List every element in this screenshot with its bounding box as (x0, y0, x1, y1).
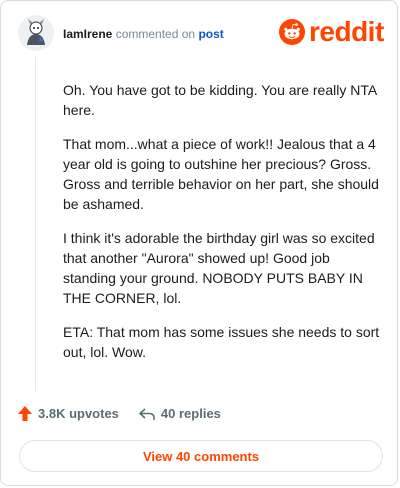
view-comments-button[interactable]: View 40 comments (19, 440, 383, 472)
replies-button[interactable]: 40 replies (139, 406, 221, 421)
comment-paragraph: ETA: That mom has some issues she needs … (63, 324, 380, 360)
reddit-snoo-icon (279, 19, 305, 45)
reddit-wordmark: reddit (309, 16, 384, 47)
upvote-count: 3.8K upvotes (38, 406, 119, 421)
comment-paragraph: That mom...what a piece of work!! Jealou… (63, 136, 379, 212)
comment-header: IamIrene commented on post (63, 27, 224, 41)
username[interactable]: IamIrene (63, 27, 112, 41)
header-action-text: commented on (115, 27, 196, 41)
avatar-illustration-icon (18, 15, 54, 51)
reddit-logo[interactable]: reddit (279, 16, 384, 48)
post-link[interactable]: post (198, 27, 223, 41)
comment-actions: 3.8K upvotes 40 replies (18, 406, 221, 421)
upvote-arrow-icon (18, 406, 32, 421)
thread-line (35, 57, 36, 391)
comment-paragraph: I think it's adorable the birthday girl … (63, 230, 375, 306)
user-avatar[interactable] (18, 15, 54, 51)
reply-arrow-icon (139, 407, 155, 420)
replies-count: 40 replies (160, 406, 221, 421)
comment-card: IamIrene commented on post reddit Oh. Yo… (0, 0, 398, 486)
comment-body: Oh. You have got to be kidding. You are … (63, 80, 381, 376)
comment-paragraph: Oh. You have got to be kidding. You are … (63, 82, 377, 118)
upvote-button[interactable]: 3.8K upvotes (18, 406, 119, 421)
